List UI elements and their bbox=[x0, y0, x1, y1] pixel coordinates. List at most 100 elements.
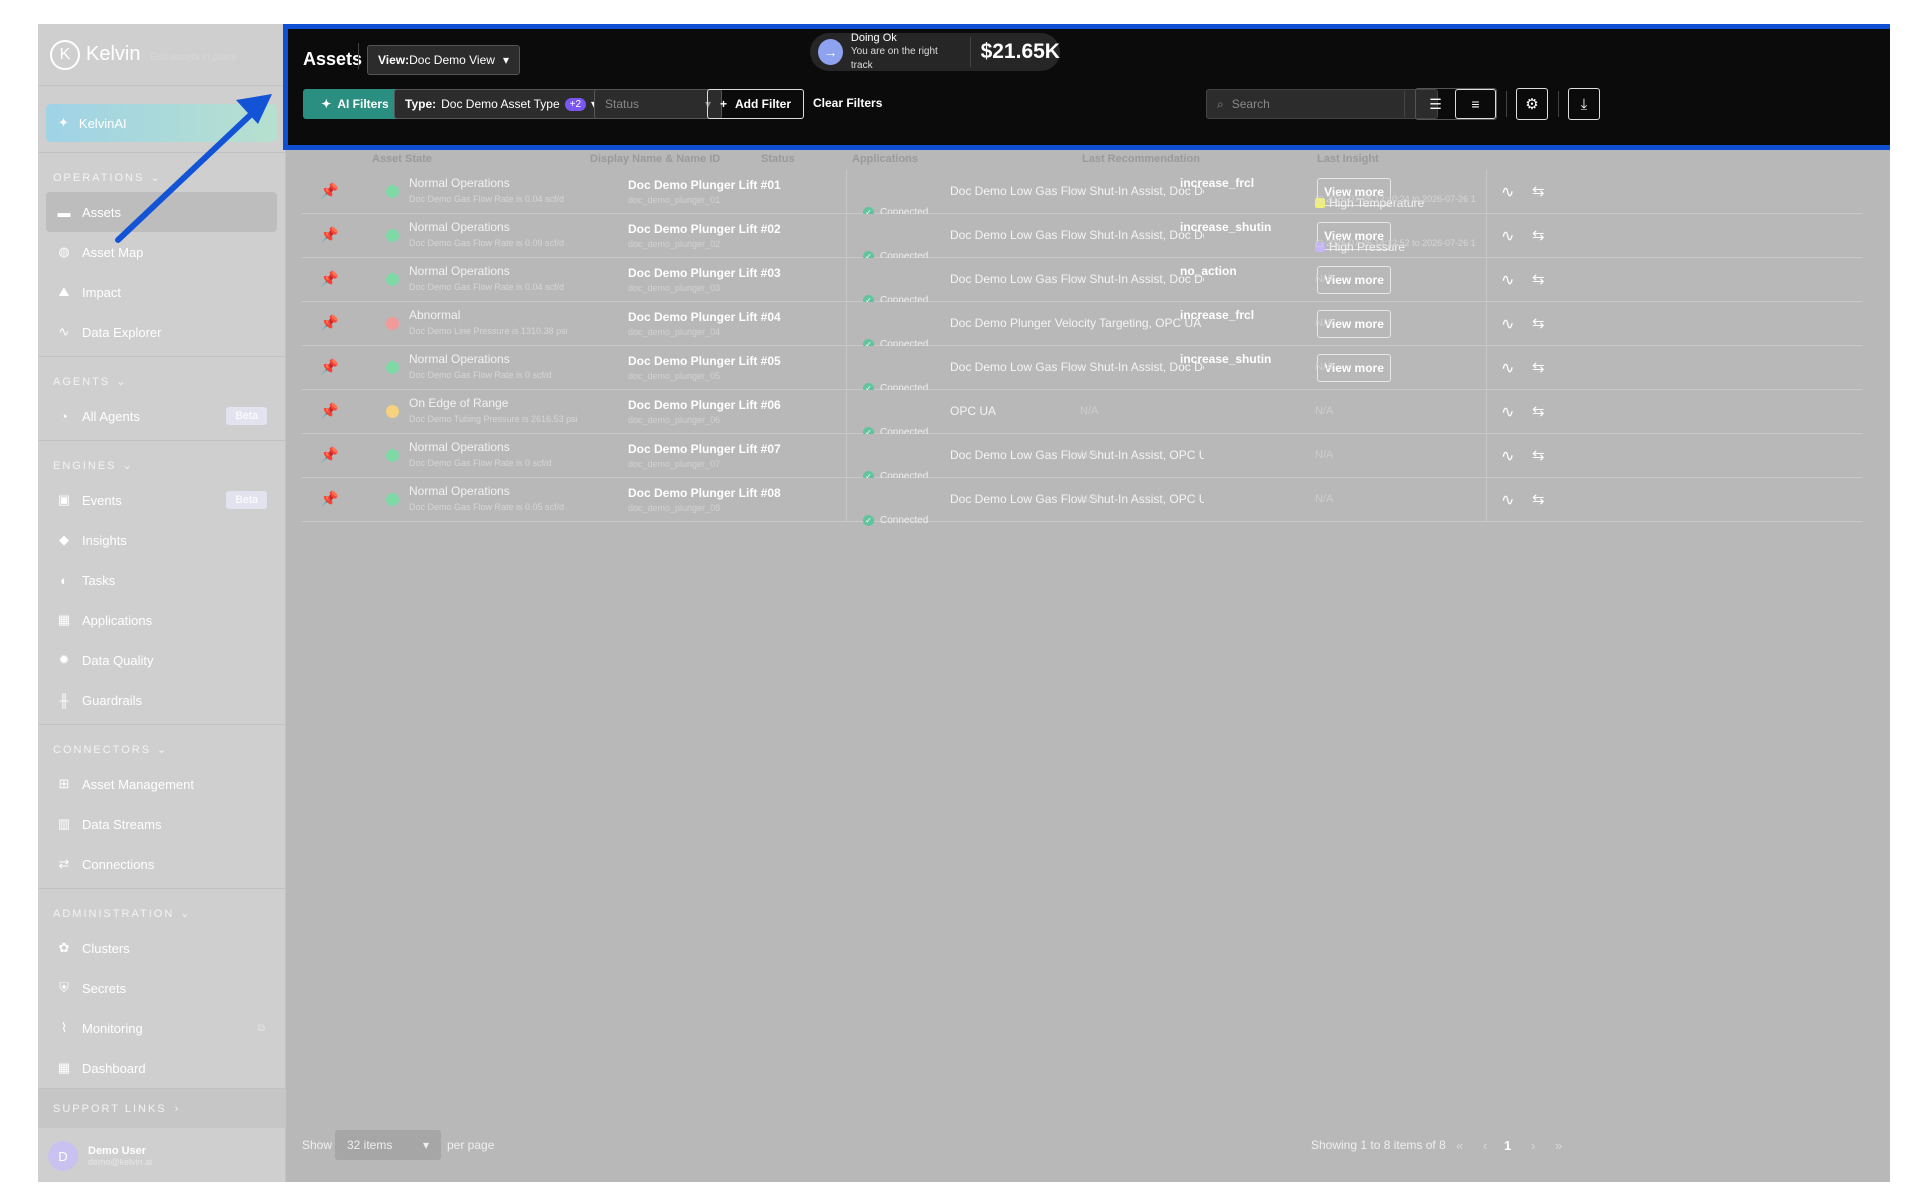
section-header[interactable]: OPERATIONS ⌄ bbox=[38, 163, 285, 192]
sidebar-item-label: Secrets bbox=[82, 980, 127, 996]
section-header[interactable]: ENGINES ⌄ bbox=[38, 451, 285, 480]
monitor-icon: ⌇ bbox=[60, 1020, 68, 1035]
asset-state-indicator bbox=[386, 317, 399, 330]
logo-text: Kelvin bbox=[86, 43, 141, 65]
column-header[interactable]: Last Recommendation bbox=[1082, 153, 1200, 165]
comfortable-density-icon[interactable]: ≡ bbox=[1455, 89, 1496, 119]
sidebar-item-label: Applications bbox=[82, 612, 153, 628]
table-row[interactable]: 📌 Normal Operations Doc Demo Gas Flow Rate… bbox=[302, 214, 1862, 271]
nav-sections: OPERATIONS ⌄ ▬ Assets ◍ Asset Map ⛰ Impact ∿ Data… bbox=[38, 152, 285, 1092]
table-row[interactable]: 📌 On Edge of Range Doc Demo Tubing Pressur… bbox=[302, 390, 1862, 438]
sidebar-item-label: Insights bbox=[82, 532, 127, 548]
table-row[interactable]: 📌 Normal Operations Doc Demo Gas Flow Rate… bbox=[302, 170, 1862, 227]
globe-icon: ◍ bbox=[58, 244, 70, 259]
settings-gear-icon[interactable]: ⚙ bbox=[1516, 88, 1548, 120]
connection-icon: ⇄ bbox=[58, 856, 70, 871]
table-row[interactable]: 📌 Normal Operations Doc Demo Gas Flow Rate… bbox=[302, 258, 1862, 315]
first-page-icon[interactable]: « bbox=[1456, 1138, 1463, 1153]
compare-icon[interactable]: ⇆ bbox=[1532, 490, 1545, 544]
column-divider bbox=[1486, 346, 1487, 390]
sidebar-item-monitoring[interactable]: ⌇ Monitoring ⧉ bbox=[38, 1008, 285, 1048]
add-filter-button[interactable]: + Add Filter bbox=[707, 89, 805, 119]
pin-icon[interactable]: 📌 bbox=[320, 490, 339, 544]
sidebar-item-data-streams[interactable]: ▥ Data Streams bbox=[38, 804, 285, 844]
column-header[interactable]: Status bbox=[761, 153, 795, 165]
column-divider bbox=[1486, 478, 1487, 522]
pulse-icon: ∿ bbox=[58, 324, 70, 339]
sparkle-icon: ✦ bbox=[321, 97, 332, 111]
section-title: OPERATIONS bbox=[53, 171, 145, 184]
sidebar-item-data-explorer[interactable]: ∿ Data Explorer bbox=[38, 312, 285, 352]
applications: Doc Demo Low Gas Flow Shut-In Assist, OP… bbox=[950, 492, 1204, 506]
performance-status-pill[interactable]: → Doing Ok You are on the right track $2… bbox=[810, 32, 1060, 71]
column-divider bbox=[846, 434, 847, 478]
last-page-icon[interactable]: » bbox=[1555, 1138, 1562, 1153]
table-row[interactable]: 📌 Abnormal Doc Demo Line Pressure is 1310.… bbox=[302, 302, 1862, 359]
divider bbox=[358, 43, 359, 69]
column-divider bbox=[846, 478, 847, 522]
type-value: Doc Demo Asset Type bbox=[441, 97, 560, 111]
table-row[interactable]: 📌 Normal Operations Doc Demo Gas Flow Rate… bbox=[302, 478, 1862, 526]
asset-state-indicator bbox=[386, 273, 399, 286]
sidebar-item-tasks[interactable]: ◐ Tasks bbox=[38, 560, 285, 600]
ai-filters-button[interactable]: ✦ AI Filters bbox=[303, 89, 407, 119]
chart-icon: ⛰ bbox=[58, 284, 70, 299]
tag-icon: ◆ bbox=[59, 532, 69, 547]
table-row[interactable]: 📌 Normal Operations Doc Demo Gas Flow Rate… bbox=[302, 346, 1862, 403]
section-header[interactable]: ADMINISTRATION ⌄ bbox=[38, 899, 285, 928]
tasks-icon: ◐ bbox=[60, 572, 68, 588]
section-header[interactable]: AGENTS ⌄ bbox=[38, 367, 285, 396]
sidebar-item-secrets[interactable]: ⛨ Secrets bbox=[38, 968, 285, 1008]
sidebar-item-data-quality[interactable]: ✹ Data Quality bbox=[38, 640, 285, 680]
column-header[interactable]: Applications bbox=[852, 153, 918, 165]
kelvinai-label: KelvinAI bbox=[78, 115, 127, 131]
sidebar-item-clusters[interactable]: ✿ Clusters bbox=[38, 928, 285, 968]
sidebar-item-guardrails[interactable]: ╫ Guardrails bbox=[38, 680, 285, 720]
next-page-icon[interactable]: › bbox=[1531, 1138, 1535, 1153]
view-selector[interactable]: View:Doc Demo View ▾ bbox=[367, 45, 520, 75]
data-explorer-icon[interactable]: ∿ bbox=[1501, 490, 1514, 544]
clear-filters-button[interactable]: Clear Filters bbox=[813, 96, 882, 110]
logo[interactable]: K Kelvin Edit assets in place bbox=[38, 24, 285, 86]
showing-count: Showing 1 to 8 items of 8 bbox=[1311, 1138, 1446, 1152]
sidebar-item-applications[interactable]: ▦ Applications bbox=[38, 600, 285, 640]
user-name: Demo User bbox=[88, 1145, 147, 1157]
chevron-down-icon: ⌄ bbox=[180, 908, 192, 920]
sidebar-item-events[interactable]: ▣ Events Beta bbox=[38, 480, 285, 520]
per-page-select[interactable]: 32 items ▾ bbox=[335, 1130, 441, 1160]
support-links[interactable]: SUPPORT LINKS › bbox=[38, 1088, 286, 1128]
column-header[interactable]: Last Insight bbox=[1317, 153, 1379, 165]
column-header[interactable]: Asset State bbox=[372, 153, 432, 165]
sidebar-item-asset-map[interactable]: ◍ Asset Map bbox=[38, 232, 285, 272]
current-page[interactable]: 1 bbox=[1504, 1138, 1511, 1153]
table-row[interactable]: 📌 Normal Operations Doc Demo Gas Flow Rate… bbox=[302, 434, 1862, 482]
download-icon[interactable]: ⤓ bbox=[1568, 88, 1600, 120]
column-header[interactable]: Display Name & Name ID bbox=[590, 153, 720, 165]
column-divider bbox=[846, 170, 847, 214]
sidebar-item-impact[interactable]: ⛰ Impact bbox=[38, 272, 285, 312]
user-profile[interactable]: D Demo User demo@kelvin.ai bbox=[38, 1130, 286, 1182]
status-filter[interactable]: Status ▾ bbox=[594, 89, 722, 119]
sidebar-item-all-agents[interactable]: ◔ All Agents Beta bbox=[38, 396, 285, 436]
dashboard-icon: ▦ bbox=[57, 1060, 71, 1075]
kelvinai-button[interactable]: ✦ KelvinAI bbox=[46, 104, 277, 142]
sidebar-item-label: Data Explorer bbox=[82, 324, 162, 340]
prev-page-icon[interactable]: ‹ bbox=[1483, 1138, 1487, 1153]
avatar: D bbox=[48, 1141, 78, 1171]
sidebar-item-insights[interactable]: ◆ Insights bbox=[38, 520, 285, 560]
type-filter[interactable]: Type: Doc Demo Asset Type +2 ▾ bbox=[394, 89, 609, 119]
density-toggle[interactable]: ☰ ≡ bbox=[1415, 88, 1497, 120]
sidebar-item-connections[interactable]: ⇄ Connections bbox=[38, 844, 285, 884]
sidebar-item-assets[interactable]: ▬ Assets bbox=[46, 192, 277, 232]
kelvin-logo-icon: K bbox=[50, 39, 80, 70]
sidebar-item-label: Connections bbox=[82, 856, 155, 872]
chevron-right-icon: › bbox=[174, 1102, 181, 1115]
sidebar-item-asset-management[interactable]: ⊞ Asset Management bbox=[38, 764, 285, 804]
section-header[interactable]: CONNECTORS ⌄ bbox=[38, 735, 285, 764]
fence-icon: ╫ bbox=[59, 692, 69, 708]
divider bbox=[1558, 91, 1559, 117]
compact-density-icon[interactable]: ☰ bbox=[1416, 89, 1455, 119]
column-divider bbox=[1486, 434, 1487, 478]
logo-subtitle: Edit assets in place bbox=[150, 52, 237, 63]
sidebar-item-dashboard[interactable]: ▦ Dashboard bbox=[38, 1048, 285, 1088]
